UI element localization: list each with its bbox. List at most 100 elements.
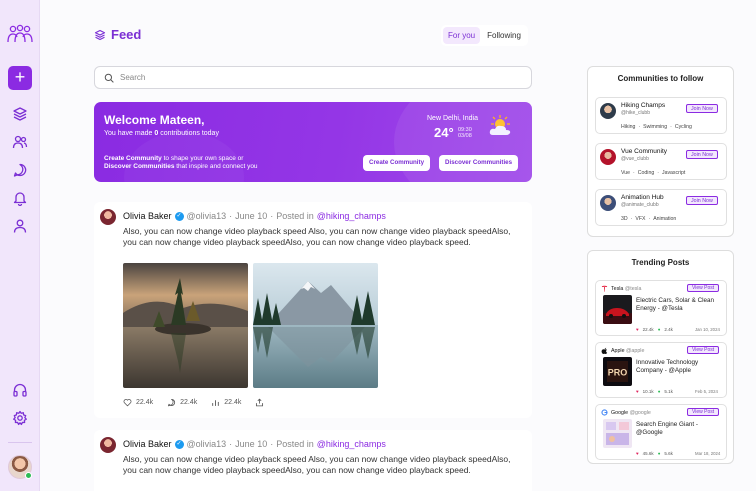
community-handle: @hike_clubb (621, 110, 650, 116)
trending-thumbnail (603, 419, 632, 448)
discover-communities-button[interactable]: Discover Communities (439, 155, 519, 171)
author-name[interactable]: Olivia Baker (123, 439, 172, 449)
profile-icon[interactable] (12, 218, 28, 234)
trending-date: Feb 5, 2024 (695, 389, 718, 394)
community-name: Hiking Champs (621, 102, 666, 109)
like-button[interactable]: 22.4k (123, 398, 153, 407)
comment-count: 22.4k (180, 399, 198, 406)
create-community-button[interactable]: Create Community (363, 155, 431, 171)
settings-gear-icon[interactable] (12, 410, 28, 426)
banner-description: Create Community to shape your own space… (104, 155, 258, 170)
users-icon[interactable] (12, 134, 28, 150)
post-actions: 22.4k 22.4k 22.4k (123, 398, 264, 407)
tesla-logo-icon (601, 285, 608, 292)
post-meta: Olivia Baker ✓ @olivia13 · June 10 · Pos… (123, 439, 386, 449)
tab-following[interactable]: Following (482, 27, 526, 44)
comment-icon: ● (657, 451, 661, 456)
search-bar (94, 66, 532, 89)
post-date: June 10 (235, 439, 268, 449)
feed-post: Olivia Baker ✓ @olivia13 · June 10 · Pos… (94, 202, 532, 418)
author-avatar[interactable] (100, 437, 116, 453)
trending-post-card[interactable]: Tesla @tesla View Post Electric Cars, So… (595, 280, 727, 336)
trending-brand: Google @google (611, 410, 651, 416)
posted-in-label: Posted in (276, 439, 314, 449)
views-stat[interactable]: 22.4k (211, 398, 241, 407)
view-post-button[interactable]: View Post (687, 346, 720, 354)
plus-icon: + (14, 67, 26, 87)
chat-icon[interactable] (12, 162, 28, 178)
community-tags: Vue · Coding · Javascript (621, 170, 686, 176)
tab-for-you[interactable]: For you (443, 27, 481, 44)
like-count: 22.4k (136, 399, 154, 406)
community-avatar (600, 149, 616, 165)
author-handle[interactable]: @olivia13 (187, 211, 227, 221)
heart-icon: ♥ (636, 451, 639, 456)
community-link[interactable]: @hiking_champs (317, 211, 386, 221)
community-card[interactable]: Vue Community @vue_clubb Join Now Vue · Co… (595, 143, 727, 180)
author-name[interactable]: Olivia Baker (123, 211, 172, 221)
layers-icon[interactable] (12, 106, 28, 122)
community-name: Animation Hub (621, 194, 664, 201)
apple-logo-icon (601, 347, 608, 354)
google-logo-icon (601, 409, 608, 416)
community-card[interactable]: Hiking Champs @hike_clubb Join Now Hikin… (595, 97, 727, 134)
join-community-button[interactable]: Join Now (686, 104, 718, 113)
community-handle: @vue_clubb (621, 156, 649, 162)
author-handle[interactable]: @olivia13 (187, 439, 227, 449)
join-community-button[interactable]: Join Now (686, 150, 718, 159)
comment-icon (168, 399, 176, 407)
view-post-button[interactable]: View Post (687, 284, 720, 292)
comment-icon: ● (657, 327, 661, 332)
layers-icon (94, 29, 106, 40)
verified-badge-icon: ✓ (174, 439, 184, 449)
community-link[interactable]: @hiking_champs (317, 439, 386, 449)
view-count: 22.4k (224, 399, 242, 406)
post-body: Also, you can now change video playback … (123, 226, 511, 247)
post-image-lake-island[interactable] (123, 263, 248, 388)
contribution-summary: You have made 0 contributions today (104, 130, 219, 137)
search-input[interactable] (120, 73, 500, 82)
heart-icon: ♥ (636, 327, 639, 332)
headphones-icon[interactable] (12, 382, 28, 398)
trending-date: Mar 18, 2024 (695, 451, 721, 456)
community-tags: 3D · VFX · Animation (621, 216, 677, 222)
trending-text: Search Engine Giant - @Google (636, 421, 698, 436)
verified-badge-icon: ✓ (174, 211, 184, 221)
view-post-button[interactable]: View Post (687, 408, 720, 416)
trending-brand: Tesla @tesla (611, 286, 642, 292)
join-community-button[interactable]: Join Now (686, 196, 718, 205)
trending-text: Innovative Technology Company - @Apple (636, 359, 699, 374)
feed-post: Olivia Baker ✓ @olivia13 · June 10 · Pos… (94, 430, 532, 491)
comment-icon: ● (657, 389, 661, 394)
comment-button[interactable]: 22.4k (167, 398, 197, 407)
welcome-heading: Welcome Mateen, (104, 113, 205, 127)
post-image-mountain-lake[interactable] (253, 263, 378, 388)
feed-tabs: For you Following (441, 25, 528, 46)
community-card[interactable]: Animation Hub @animate_clubb Join Now 3D… (595, 189, 727, 226)
community-name: Vue Community (621, 148, 667, 155)
heart-icon: ♥ (636, 389, 639, 394)
trending-panel: Trending Posts Tesla @tesla View Post El… (587, 250, 734, 464)
community-logo-icon[interactable] (7, 24, 33, 44)
post-body: Also, you can now change video playback … (123, 454, 511, 475)
trending-post-card[interactable]: Google @google View Post Search Engine G… (595, 404, 727, 460)
weather-temperature: 24° (434, 125, 454, 140)
bell-icon[interactable] (12, 190, 28, 206)
communities-panel: Communities to follow Hiking Champs @hik… (587, 66, 734, 237)
community-avatar (600, 103, 616, 119)
author-avatar[interactable] (100, 209, 116, 225)
trending-post-card[interactable]: Apple @apple View Post PRO Innovative Te… (595, 342, 727, 398)
post-meta: Olivia Baker ✓ @olivia13 · June 10 · Pos… (123, 211, 386, 221)
new-post-button[interactable]: + (8, 66, 32, 90)
trending-thumbnail: PRO (603, 357, 632, 386)
community-tags: Hiking · Swimming · Cycling (621, 124, 692, 130)
trending-title: Trending Posts (631, 258, 690, 267)
svg-text:PRO: PRO (608, 368, 628, 378)
share-button[interactable] (255, 398, 264, 407)
community-avatar (600, 195, 616, 211)
online-status-dot (25, 472, 32, 479)
weather-datetime: 09:30 03/08 (458, 127, 472, 139)
trending-stats: ♥ 10.1k ● 5.1k (636, 389, 673, 394)
trending-stats: ♥ 45.6k ● 5.6k (636, 451, 673, 456)
communities-title: Communities to follow (617, 74, 704, 83)
